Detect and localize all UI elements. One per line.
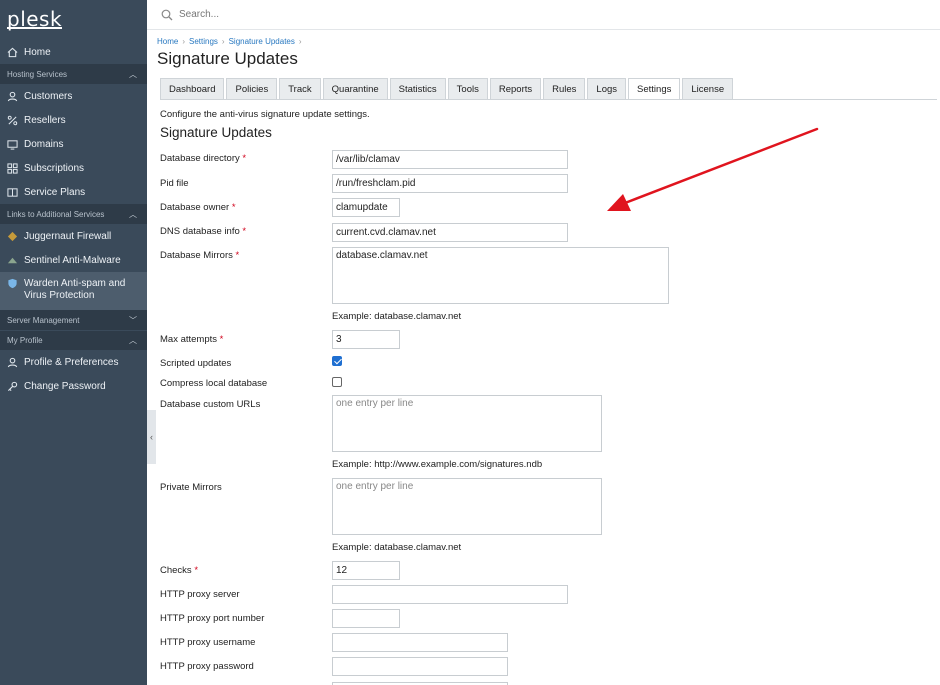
- book-icon: [7, 187, 18, 198]
- sidebar-group-server-management[interactable]: Server Management ﹀: [0, 310, 147, 330]
- label-max-attempts: Max attempts *: [160, 334, 224, 345]
- chevron-up-icon: ︿: [129, 209, 137, 219]
- label-http-proxy-username: HTTP proxy username: [160, 637, 256, 648]
- chevron-down-icon: ﹀: [129, 315, 137, 325]
- chevron-up-icon: ︿: [129, 69, 137, 79]
- tab-license[interactable]: License: [682, 78, 734, 99]
- breadcrumb-home[interactable]: Home: [157, 37, 178, 46]
- sidebar-collapse-handle[interactable]: ‹: [147, 410, 156, 464]
- sidebar-group-my-profile[interactable]: My Profile ︿: [0, 330, 147, 350]
- chevron-right-icon: ›: [298, 37, 302, 46]
- sidebar-group-additional-services[interactable]: Links to Additional Services ︿: [0, 204, 147, 224]
- key-icon: [7, 381, 18, 392]
- search-icon: [161, 9, 173, 20]
- breadcrumb: Home › Settings › Signature Updates ›: [157, 37, 940, 46]
- http-proxy-password-input[interactable]: [332, 657, 508, 676]
- user-icon: [7, 91, 18, 102]
- chevron-right-icon: ›: [221, 37, 225, 46]
- http-proxy-username-input[interactable]: [332, 633, 508, 652]
- sidebar-item-warden[interactable]: Warden Anti-spam and Virus Protection: [0, 272, 147, 310]
- scripted-updates-checkbox[interactable]: [332, 356, 342, 366]
- page-title: Signature Updates: [157, 49, 298, 68]
- private-mirrors-textarea[interactable]: [332, 478, 602, 535]
- label-http-proxy-port: HTTP proxy port number: [160, 613, 265, 624]
- tab-dashboard[interactable]: Dashboard: [160, 78, 225, 99]
- annotation-arrow: [607, 127, 819, 211]
- database-custom-urls-hint: Example: http://www.example.com/signatur…: [332, 459, 543, 470]
- dns-database-info-input[interactable]: [332, 223, 568, 242]
- sidebar-item-profile-preferences[interactable]: Profile & Preferences: [0, 350, 147, 374]
- home-icon: [7, 47, 18, 58]
- sidebar-group-hosting-services[interactable]: Hosting Services ︿: [0, 64, 147, 84]
- search-input[interactable]: [179, 9, 479, 20]
- shield-icon: [7, 278, 18, 289]
- database-custom-urls-textarea[interactable]: [332, 395, 602, 452]
- label-compress-local-database: Compress local database: [160, 378, 268, 389]
- tab-reports[interactable]: Reports: [489, 78, 542, 99]
- sidebar-item-change-password[interactable]: Change Password: [0, 374, 147, 398]
- chevron-up-icon: ︿: [129, 336, 137, 345]
- sidebar-item-customers[interactable]: Customers: [0, 84, 147, 108]
- sidebar-item-juggernaut-firewall[interactable]: Juggernaut Firewall: [0, 224, 147, 248]
- database-owner-input[interactable]: [332, 198, 400, 217]
- label-http-proxy-password: HTTP proxy password: [160, 661, 254, 672]
- tab-tools[interactable]: Tools: [447, 78, 488, 99]
- chevron-right-icon: ›: [182, 37, 186, 46]
- tab-statistics[interactable]: Statistics: [389, 78, 446, 99]
- tab-settings[interactable]: Settings: [628, 78, 681, 99]
- label-pid-file: Pid file: [160, 178, 189, 189]
- http-proxy-port-input[interactable]: [332, 609, 400, 628]
- tab-rules[interactable]: Rules: [543, 78, 586, 99]
- tab-track[interactable]: Track: [279, 78, 321, 99]
- sidebar-item-service-plans[interactable]: Service Plans: [0, 180, 147, 204]
- sidebar-item-domains[interactable]: Domains: [0, 132, 147, 156]
- tab-logs[interactable]: Logs: [587, 78, 627, 99]
- tabs-divider: [160, 99, 937, 100]
- section-title: Signature Updates: [160, 125, 272, 140]
- breadcrumb-settings[interactable]: Settings: [189, 37, 218, 46]
- topbar: [147, 0, 940, 30]
- sentinel-icon: [7, 255, 18, 266]
- plesk-logo[interactable]: plesk: [0, 0, 147, 40]
- chevron-left-icon: ‹: [150, 432, 153, 442]
- grid-icon: [7, 162, 18, 174]
- label-database-mirrors: Database Mirrors *: [160, 250, 240, 261]
- percent-icon: [7, 115, 18, 126]
- label-database-owner: Database owner *: [160, 202, 236, 213]
- http-proxy-server-input[interactable]: [332, 585, 568, 604]
- label-dns-database-info: DNS database info *: [160, 226, 247, 237]
- tab-bar: Dashboard Policies Track Quarantine Stat…: [160, 78, 735, 99]
- pid-file-input[interactable]: [332, 174, 568, 193]
- sidebar-item-home[interactable]: Home: [0, 40, 147, 64]
- database-directory-input[interactable]: [332, 150, 568, 169]
- database-mirrors-hint: Example: database.clamav.net: [332, 311, 462, 322]
- firewall-icon: [7, 231, 18, 242]
- main-content: Home › Settings › Signature Updates › Si…: [157, 30, 940, 685]
- label-database-directory: Database directory *: [160, 153, 247, 164]
- database-mirrors-textarea[interactable]: database.clamav.net: [332, 247, 669, 304]
- label-scripted-updates: Scripted updates: [160, 358, 232, 369]
- label-http-proxy-server: HTTP proxy server: [160, 589, 240, 600]
- sidebar-item-resellers[interactable]: Resellers: [0, 108, 147, 132]
- user-icon: [7, 357, 18, 368]
- max-attempts-input[interactable]: [332, 330, 400, 349]
- sidebar-item-sentinel-anti-malware[interactable]: Sentinel Anti-Malware: [0, 248, 147, 272]
- label-checks: Checks *: [160, 565, 199, 576]
- breadcrumb-signature-updates[interactable]: Signature Updates: [229, 37, 295, 46]
- checks-input[interactable]: [332, 561, 400, 580]
- tab-policies[interactable]: Policies: [226, 78, 278, 99]
- label-database-custom-urls: Database custom URLs: [160, 399, 261, 410]
- tab-quarantine[interactable]: Quarantine: [322, 78, 388, 99]
- compress-local-database-checkbox[interactable]: [332, 377, 342, 387]
- private-mirrors-hint: Example: database.clamav.net: [332, 542, 462, 553]
- sidebar-item-subscriptions[interactable]: Subscriptions: [0, 156, 147, 180]
- label-private-mirrors: Private Mirrors: [160, 482, 222, 493]
- sidebar: plesk Home Hosting Services ︿ Customers R…: [0, 0, 147, 685]
- monitor-icon: [7, 139, 18, 150]
- page-description: Configure the anti-virus signature updat…: [160, 109, 370, 120]
